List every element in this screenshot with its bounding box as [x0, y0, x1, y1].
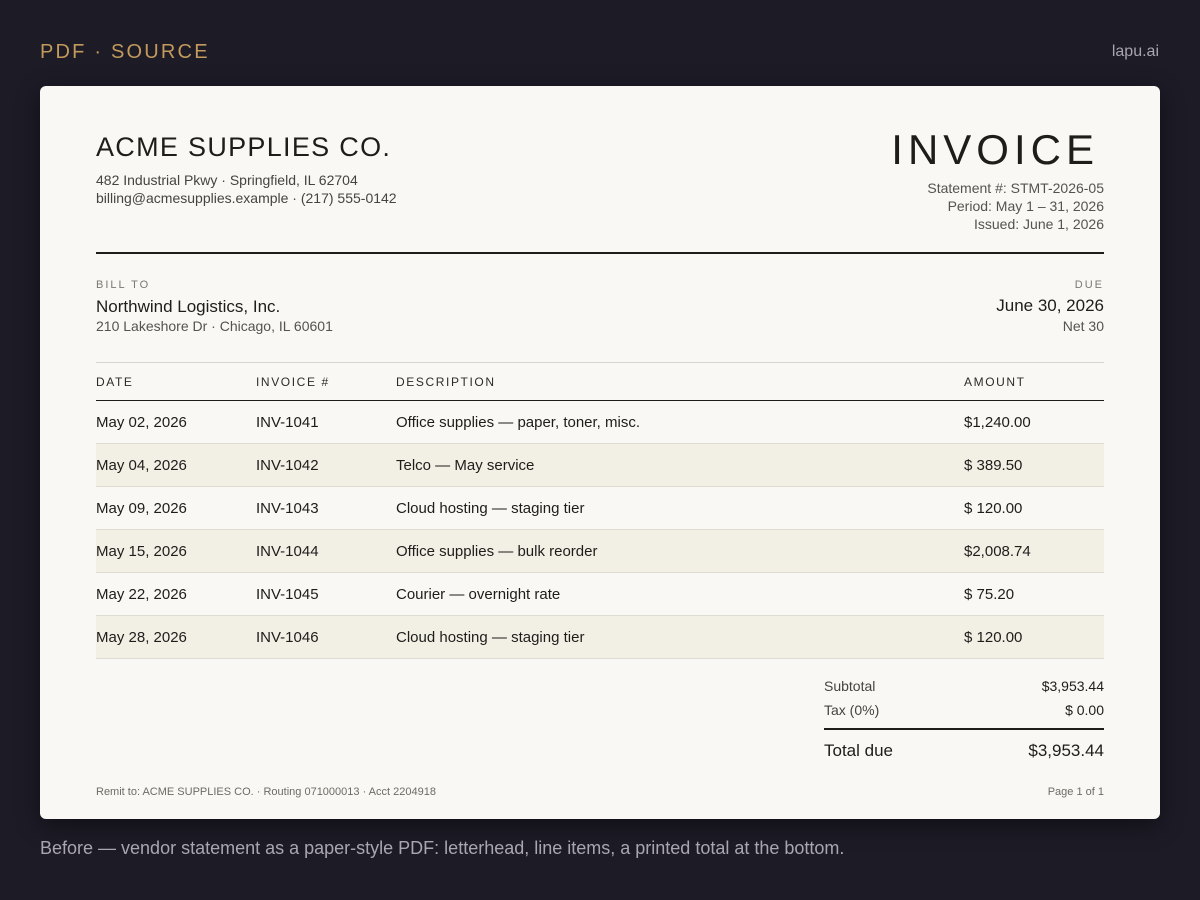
row-date: May 02, 2026 [96, 414, 187, 431]
company-contact: billing@acmesupplies.example · (217) 555… [96, 190, 397, 206]
table-row: May 15, 2026 INV-1044 Office supplies — … [96, 530, 1104, 573]
column-description: DESCRIPTION [396, 375, 496, 389]
table-row: May 28, 2026 INV-1046 Cloud hosting — st… [96, 616, 1104, 659]
statement-period: Period: May 1 – 31, 2026 [947, 198, 1104, 214]
row-description: Cloud hosting — staging tier [396, 500, 585, 517]
row-description: Cloud hosting — staging tier [396, 629, 585, 646]
row-invoice: INV-1046 [256, 629, 319, 646]
row-invoice: INV-1043 [256, 500, 319, 517]
column-amount: AMOUNT [964, 375, 1026, 389]
row-amount: $ 120.00 [964, 500, 1023, 517]
row-description: Office supplies — paper, toner, misc. [396, 414, 641, 431]
remit-info: Remit to: ACME SUPPLIES CO. · Routing 07… [96, 786, 436, 798]
caption: Before — vendor statement as a paper-sty… [40, 838, 845, 858]
tax-label: Tax (0%) [824, 702, 880, 718]
row-invoice: INV-1044 [256, 543, 319, 560]
due-date: June 30, 2026 [996, 296, 1104, 315]
row-invoice: INV-1045 [256, 586, 319, 603]
line-items-table: DATE INVOICE # DESCRIPTION AMOUNT May 02… [96, 362, 1104, 659]
tax-value: $ 0.00 [1065, 702, 1104, 718]
bill-to-name: Northwind Logistics, Inc. [96, 297, 281, 316]
subtotal-value: $3,953.44 [1041, 678, 1104, 694]
company-name: ACME SUPPLIES CO. [96, 132, 392, 162]
column-date: DATE [96, 375, 134, 389]
row-date: May 22, 2026 [96, 586, 187, 603]
header-divider [96, 252, 1104, 254]
brand-label: lapu.ai [1111, 43, 1159, 60]
table-row: May 04, 2026 INV-1042 Telco — May servic… [96, 444, 1104, 487]
row-description: Telco — May service [396, 457, 535, 474]
row-amount: $ 389.50 [964, 457, 1023, 474]
company-address: 482 Industrial Pkwy · Springfield, IL 62… [96, 172, 358, 188]
page-number: Page 1 of 1 [1047, 786, 1104, 798]
row-date: May 09, 2026 [96, 500, 187, 517]
row-invoice: INV-1041 [256, 414, 319, 431]
row-date: May 04, 2026 [96, 457, 187, 474]
total-due-label: Total due [824, 741, 893, 760]
row-date: May 15, 2026 [96, 543, 187, 560]
row-amount: $ 75.20 [964, 586, 1015, 603]
subtotal-label: Subtotal [824, 678, 876, 694]
invoice-document: ACME SUPPLIES CO. 482 Industrial Pkwy · … [40, 86, 1160, 819]
due-label: DUE [1074, 279, 1104, 291]
row-description: Courier — overnight rate [396, 586, 561, 603]
row-amount: $1,240.00 [964, 414, 1031, 431]
table-row: May 09, 2026 INV-1043 Cloud hosting — st… [96, 487, 1104, 530]
totals-divider [824, 728, 1104, 730]
issued-date: Issued: June 1, 2026 [974, 216, 1104, 232]
bill-to-label: BILL TO [96, 279, 151, 291]
due-terms: Net 30 [1062, 318, 1104, 334]
row-invoice: INV-1042 [256, 457, 319, 474]
column-invoice: INVOICE # [256, 375, 330, 389]
row-amount: $ 120.00 [964, 629, 1023, 646]
invoice-title: INVOICE [891, 126, 1099, 173]
row-description: Office supplies — bulk reorder [396, 543, 598, 560]
row-date: May 28, 2026 [96, 629, 187, 646]
table-header: DATE INVOICE # DESCRIPTION AMOUNT [96, 362, 1104, 401]
row-amount: $2,008.74 [964, 543, 1031, 560]
statement-number: Statement #: STMT-2026-05 [927, 180, 1104, 196]
table-row: May 22, 2026 INV-1045 Courier — overnigh… [96, 573, 1104, 616]
table-row: May 02, 2026 INV-1041 Office supplies — … [96, 401, 1104, 444]
source-label: PDF · SOURCE [40, 41, 210, 63]
total-due-value: $3,953.44 [1028, 741, 1104, 760]
bill-to-address: 210 Lakeshore Dr · Chicago, IL 60601 [96, 318, 333, 334]
